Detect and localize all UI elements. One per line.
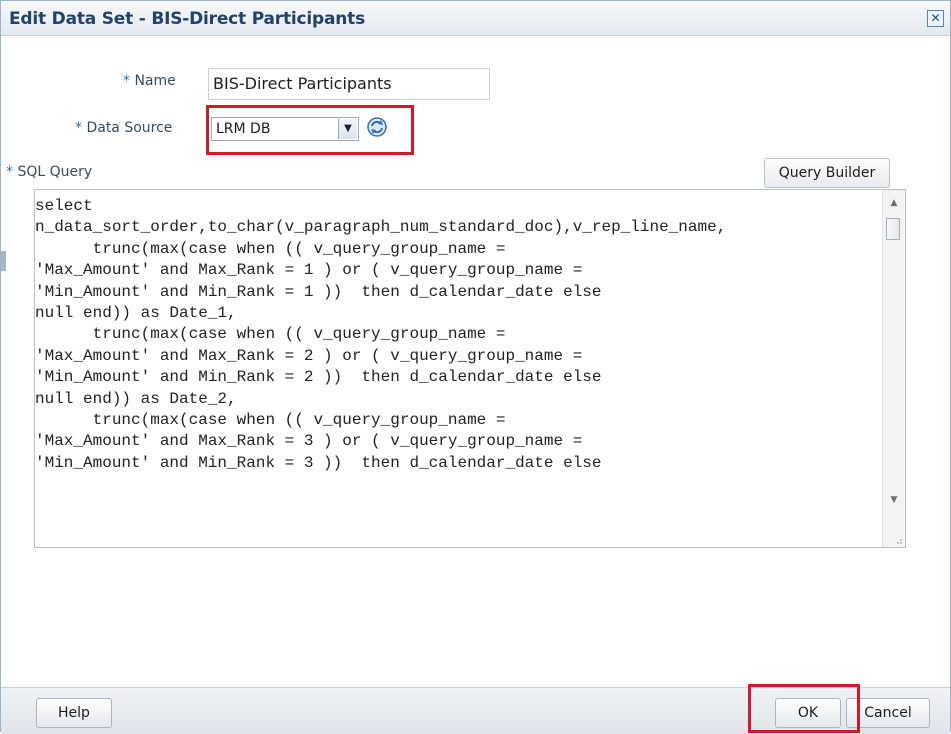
name-label-text: Name	[134, 73, 176, 89]
required-marker: *	[6, 164, 13, 180]
data-source-label-text: Data Source	[86, 120, 173, 136]
ok-button-highlight	[748, 684, 860, 733]
required-marker: *	[123, 73, 130, 89]
sql-query-label: * SQL Query	[6, 164, 92, 180]
sql-query-text[interactable]: select n_data_sort_order,to_char(v_parag…	[35, 190, 883, 551]
close-icon[interactable]: ✕	[927, 10, 944, 27]
edit-data-set-dialog: Edit Data Set - BIS-Direct Participants …	[0, 0, 951, 734]
dialog-title: Edit Data Set - BIS-Direct Participants	[9, 9, 366, 29]
vertical-scrollbar[interactable]: ▲ ▼	[882, 190, 905, 547]
sql-query-label-text: SQL Query	[17, 164, 93, 180]
query-builder-button[interactable]: Query Builder	[764, 158, 890, 188]
help-button[interactable]: Help	[36, 698, 112, 728]
sql-query-textarea[interactable]: select n_data_sort_order,to_char(v_parag…	[34, 189, 906, 548]
scrollbar-thumb[interactable]	[886, 218, 900, 240]
name-label: * Name	[123, 73, 176, 89]
scroll-down-arrow-icon[interactable]: ▼	[887, 493, 901, 507]
data-source-label: * Data Source	[75, 120, 172, 136]
name-input[interactable]	[208, 68, 490, 100]
refresh-icon[interactable]	[365, 115, 389, 139]
data-source-select[interactable]: LRM DB ▼	[211, 117, 359, 141]
resize-grip-icon[interactable]	[893, 535, 903, 545]
scroll-up-arrow-icon[interactable]: ▲	[887, 196, 901, 210]
window-edge-marker	[1, 251, 6, 271]
data-source-value: LRM DB	[216, 121, 271, 137]
required-marker: *	[75, 120, 82, 136]
dialog-titlebar: Edit Data Set - BIS-Direct Participants …	[1, 1, 950, 36]
chevron-down-icon[interactable]: ▼	[338, 119, 357, 139]
